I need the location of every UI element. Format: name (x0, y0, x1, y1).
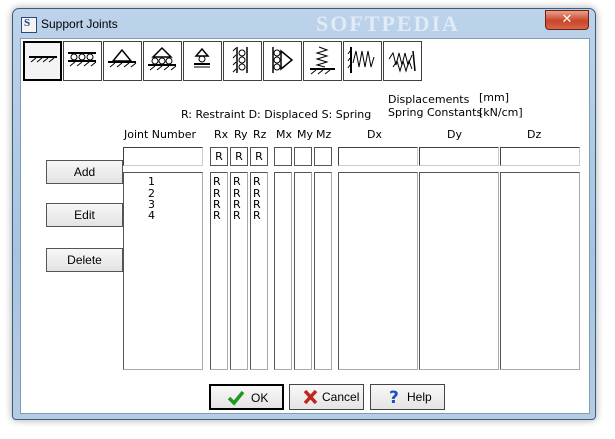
rz-1: R (253, 175, 261, 188)
pinned-roller-support-icon (148, 46, 177, 71)
fixed-support-button[interactable] (23, 41, 62, 81)
dy-input[interactable] (419, 147, 499, 166)
ry-4: R (233, 209, 241, 222)
title-bar[interactable]: S Support Joints SOFTPEDIA ✕ (13, 9, 595, 37)
ok-button[interactable]: OK (209, 384, 284, 410)
legend-spring-constants-unit: [kN/cm] (479, 106, 523, 119)
header-dy: Dy (447, 128, 462, 141)
support-type-toolbar (23, 41, 423, 81)
window-title: Support Joints (41, 17, 118, 31)
legend-spring-constants: Spring Constants (388, 106, 483, 119)
mz-list[interactable] (314, 172, 332, 370)
ry-input[interactable]: R (230, 147, 248, 166)
dy-list[interactable] (419, 172, 499, 370)
rz-input[interactable]: R (250, 147, 268, 166)
header-dz: Dz (527, 128, 542, 141)
support-joints-window: S Support Joints SOFTPEDIA ✕ R: Restrain… (12, 8, 596, 420)
header-joint-number: Joint Number (124, 128, 196, 141)
spring-support-button[interactable] (303, 41, 342, 81)
header-dx: Dx (367, 128, 382, 141)
mz-input[interactable] (314, 147, 332, 166)
help-button[interactable]: ? Help (370, 384, 445, 410)
header-my: My (297, 128, 314, 141)
rz-4: R (253, 209, 261, 222)
fixed-support-icon (29, 56, 57, 63)
vertical-roller-support-icon (272, 47, 294, 73)
header-mx: Mx (276, 128, 293, 141)
legend-displacements-unit: [mm] (479, 91, 510, 104)
cancel-label: Cancel (322, 390, 360, 404)
rotational-spring-support-icon (388, 50, 416, 73)
app-icon: S (21, 17, 37, 33)
cancel-button[interactable]: Cancel (289, 384, 364, 410)
cancel-x-icon (303, 389, 318, 405)
mx-input[interactable] (274, 147, 292, 166)
roller-x-support-icon (68, 52, 97, 67)
close-button[interactable]: ✕ (545, 10, 589, 30)
dx-list[interactable] (338, 172, 418, 370)
header-mz: Mz (316, 128, 332, 141)
joint-4: 4 (148, 209, 155, 222)
ry-list[interactable]: R R R R (230, 172, 248, 370)
help-label: Help (407, 390, 432, 404)
pinned-roller-support-button[interactable] (143, 41, 182, 81)
checkmark-icon (227, 390, 245, 406)
dialog-body: R: Restraint D: Displaced S: Spring Disp… (20, 38, 590, 414)
mx-list[interactable] (274, 172, 292, 370)
watermark: SOFTPEDIA (316, 11, 460, 36)
joint-number-input[interactable] (123, 147, 203, 166)
vertical-spring-support-icon (347, 47, 375, 73)
my-list[interactable] (294, 172, 312, 370)
rotational-spring-support-button[interactable] (383, 41, 422, 81)
roller-y-support-icon (194, 47, 210, 68)
rx-input[interactable]: R (210, 147, 228, 166)
edit-button[interactable]: Edit (46, 203, 123, 227)
dz-input[interactable] (500, 147, 580, 166)
header-rx: Rx (214, 128, 229, 141)
roller-x-support-button[interactable] (63, 41, 102, 81)
add-button[interactable]: Add (46, 160, 123, 184)
dx-input[interactable] (338, 147, 418, 166)
rx-1: R (213, 175, 221, 188)
ry-1: R (233, 175, 241, 188)
legend-displacements: Displacements (388, 93, 470, 106)
header-rz: Rz (253, 128, 267, 141)
roller-y-support-button[interactable] (183, 41, 222, 81)
joint-1: 1 (148, 175, 155, 188)
delete-button[interactable]: Delete (46, 248, 123, 272)
vertical-spring-support-button[interactable] (343, 41, 382, 81)
legend-codes: R: Restraint D: Displaced S: Spring (181, 108, 372, 121)
rx-4: R (213, 209, 221, 222)
rx-list[interactable]: R R R R (210, 172, 228, 370)
header-ry: Ry (234, 128, 248, 141)
dz-list[interactable] (500, 172, 580, 370)
pin-support-icon (108, 48, 137, 68)
ok-label: OK (251, 391, 269, 405)
joint-number-list[interactable]: 1 2 3 4 (123, 172, 203, 370)
svg-text:?: ? (389, 388, 399, 406)
vertical-fixed-support-button[interactable] (223, 41, 262, 81)
spring-support-icon (310, 46, 335, 75)
my-input[interactable] (294, 147, 312, 166)
rz-list[interactable]: R R R R (250, 172, 268, 370)
pin-support-button[interactable] (103, 41, 142, 81)
help-question-icon: ? (389, 388, 399, 406)
vertical-fixed-support-icon (232, 47, 248, 73)
vertical-roller-support-button[interactable] (263, 41, 302, 81)
